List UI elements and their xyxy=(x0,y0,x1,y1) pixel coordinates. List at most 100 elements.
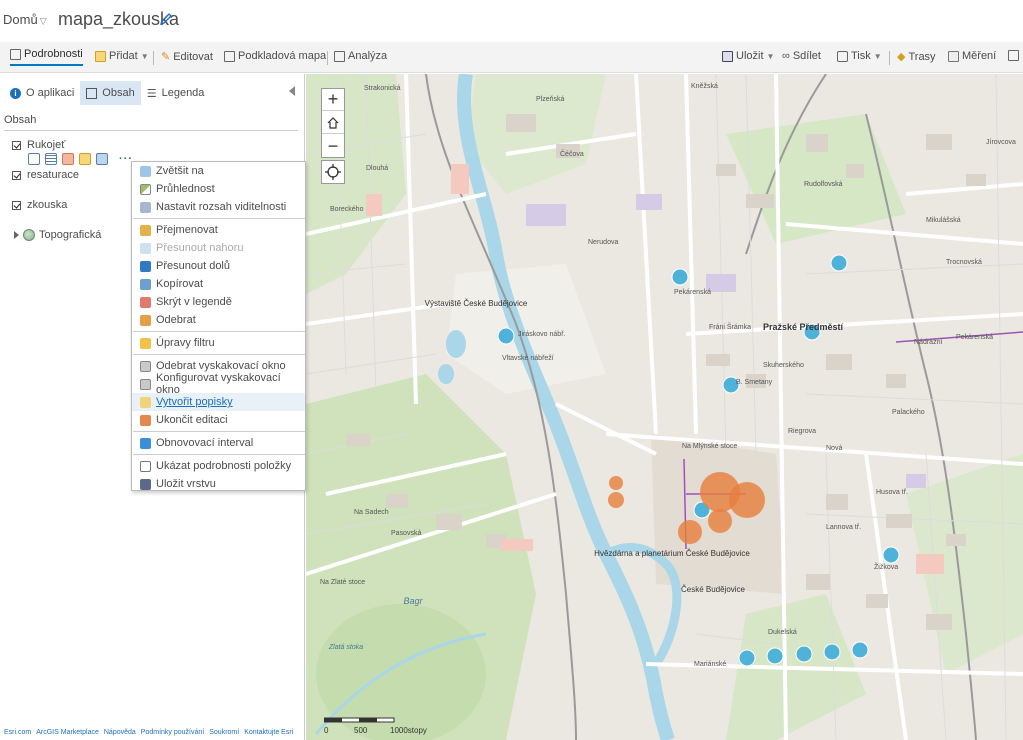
share-button[interactable]: ∞ Sdílet xyxy=(782,50,821,62)
menu-item-refresh-interval[interactable]: Obnovovací interval xyxy=(132,434,305,452)
footer-link[interactable]: Nápověda xyxy=(104,729,136,736)
footer-link[interactable]: Podmínky používání xyxy=(141,729,204,736)
menu-item-save-layer[interactable]: Uložit vrstvu xyxy=(132,475,305,493)
save-button[interactable]: Uložit ▼ xyxy=(722,50,774,62)
basemap-layer-name: Topografická xyxy=(39,229,102,241)
basemap-layer-item[interactable]: Topografická xyxy=(14,229,101,241)
analysis-layer-icon[interactable] xyxy=(96,153,108,165)
menu-item-configure-popup[interactable]: Konfigurovat vyskakovací okno xyxy=(132,372,305,396)
divider xyxy=(327,51,328,65)
zoom-in-button[interactable]: + xyxy=(322,89,344,111)
add-label: Přidat xyxy=(109,50,138,62)
style-icon[interactable] xyxy=(62,153,74,165)
print-button[interactable]: Tisk ▼ xyxy=(837,50,882,62)
scale-label: 500 xyxy=(354,726,368,735)
basemap-button[interactable]: Podkladová mapa xyxy=(224,50,326,62)
add-button[interactable]: Přidat ▼ xyxy=(95,50,149,62)
menu-item-zoom-to[interactable]: Zvětšit na xyxy=(132,162,305,180)
svg-text:Dukelská: Dukelská xyxy=(768,629,797,636)
menu-item-visibility-range[interactable]: Nastavit rozsah viditelnosti xyxy=(132,198,305,216)
menu-item-label: Skrýt v legendě xyxy=(156,296,232,308)
details-button[interactable]: Podrobnosti xyxy=(10,48,83,66)
menu-item-label: Přesunout dolů xyxy=(156,260,230,272)
footer-link[interactable]: Soukromí xyxy=(209,729,239,736)
menu-item-label: Přesunout nahoru xyxy=(156,242,244,254)
tab-legend[interactable]: ☰ Legenda xyxy=(141,81,211,105)
scale-graphic: 0 500 1000stopy xyxy=(323,717,427,735)
collapse-panel-icon[interactable] xyxy=(289,86,295,96)
measure-button[interactable]: Měření xyxy=(948,50,996,62)
map-point[interactable] xyxy=(795,645,813,663)
crosshair-icon xyxy=(325,164,341,180)
layer-checkbox[interactable] xyxy=(12,170,21,180)
locate-button[interactable] xyxy=(321,160,345,184)
map-point[interactable] xyxy=(766,647,784,665)
menu-item-transparency[interactable]: Průhlednost xyxy=(132,180,305,198)
edit-title-icon[interactable] xyxy=(159,12,173,26)
tab-about-label: O aplikaci xyxy=(26,87,75,99)
filter-icon[interactable] xyxy=(79,153,91,165)
map-point[interactable] xyxy=(497,327,515,345)
map-point[interactable] xyxy=(609,476,623,490)
layer-checkbox[interactable] xyxy=(12,200,21,210)
configure-popup-icon xyxy=(140,378,151,390)
routes-button[interactable]: ◆ Trasy xyxy=(897,50,936,64)
svg-text:Pekárenská: Pekárenská xyxy=(674,289,711,296)
menu-item-move-down[interactable]: Přesunout dolů xyxy=(132,257,305,275)
map-point[interactable] xyxy=(608,492,624,508)
footer-link[interactable]: Kontaktujte Esri xyxy=(244,729,293,736)
layer-item[interactable]: resaturace xyxy=(12,169,79,181)
layer-item[interactable]: zkouska xyxy=(12,199,67,211)
menu-item-label: Uložit vrstvu xyxy=(156,478,216,490)
map-point[interactable] xyxy=(830,254,848,272)
label-prazske: Pražské Předměstí xyxy=(763,322,844,332)
svg-text:Boreckého: Boreckého xyxy=(330,206,364,213)
expand-icon[interactable] xyxy=(14,231,19,239)
menu-item-label: Průhlednost xyxy=(156,183,215,195)
map-point[interactable] xyxy=(851,641,869,659)
analysis-button[interactable]: Analýza xyxy=(334,50,387,62)
footer-link[interactable]: Esri.com xyxy=(4,729,31,736)
menu-item-rename[interactable]: Přejmenovat xyxy=(132,221,305,239)
layer-actions: ··· xyxy=(28,153,133,165)
map-point[interactable] xyxy=(882,546,900,564)
more-tools-button[interactable] xyxy=(1008,50,1019,61)
menu-item-copy[interactable]: Kopírovat xyxy=(132,275,305,293)
layer-item[interactable]: Rukojeť xyxy=(12,139,65,151)
globe-icon xyxy=(23,229,35,241)
section-title: Obsah xyxy=(4,114,37,126)
table-icon[interactable] xyxy=(45,153,57,165)
menu-item-label: Ukončit editaci xyxy=(156,414,228,426)
svg-text:Na Zlaté stoce: Na Zlaté stoce xyxy=(320,579,365,586)
tab-content[interactable]: Obsah xyxy=(80,81,141,105)
svg-text:Rudolfovská: Rudolfovská xyxy=(804,181,843,188)
menu-item-remove[interactable]: Odebrat xyxy=(132,311,305,329)
share-label: Sdílet xyxy=(792,50,821,62)
divider xyxy=(889,51,890,65)
map-point[interactable] xyxy=(708,509,732,533)
map-point[interactable] xyxy=(823,643,841,661)
footer-link[interactable]: ArcGIS Marketplace xyxy=(36,729,99,736)
info-icon: i xyxy=(10,87,21,99)
svg-text:Pasovská: Pasovská xyxy=(391,530,421,537)
edit-button[interactable]: ✎ Editovat xyxy=(161,50,213,64)
home-menu[interactable]: Domů ▽ xyxy=(3,12,47,27)
home-extent-button[interactable] xyxy=(322,112,344,134)
menu-item-label: Nastavit rozsah viditelnosti xyxy=(156,201,287,213)
layer-checkbox[interactable] xyxy=(12,140,21,150)
legend-toggle-icon[interactable] xyxy=(28,153,40,165)
menu-item-hide-in-legend[interactable]: Skrýt v legendě xyxy=(132,293,305,311)
menu-item-stop-editing[interactable]: Ukončit editaci xyxy=(132,411,305,429)
svg-text:Vltavské nábřeží: Vltavské nábřeží xyxy=(502,355,554,362)
menu-item-show-details[interactable]: Ukázat podrobnosti položky xyxy=(132,457,305,475)
map-point[interactable] xyxy=(671,268,689,286)
map-point[interactable] xyxy=(729,482,765,518)
map-point[interactable] xyxy=(678,520,702,544)
map-view[interactable]: Strakonická Plzeňská Čéčova Nerudova Pek… xyxy=(306,74,1023,740)
zoom-out-button[interactable]: − xyxy=(322,135,344,157)
map-point[interactable] xyxy=(738,649,756,667)
menu-item-filter[interactable]: Úpravy filtru xyxy=(132,334,305,352)
tab-about[interactable]: i O aplikaci xyxy=(4,81,80,105)
svg-text:Pekárenská: Pekárenská xyxy=(956,334,993,341)
menu-item-create-labels[interactable]: Vytvořit popisky xyxy=(132,393,305,411)
